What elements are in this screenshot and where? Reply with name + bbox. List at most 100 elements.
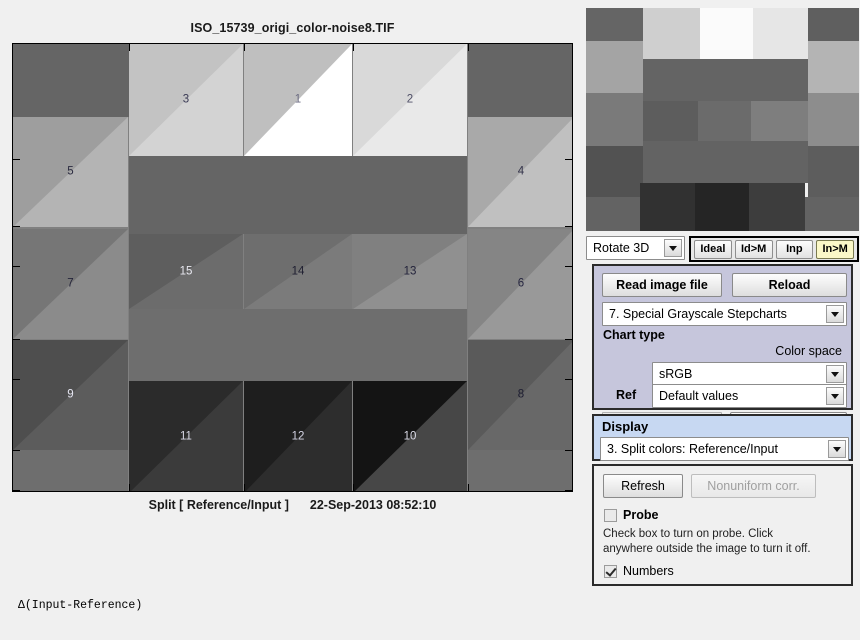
nonuniform-corr-button: Nonuniform corr. (691, 474, 816, 498)
color-space-label: Color space (775, 344, 842, 358)
display-mode-select[interactable]: 3. Split colors: Reference/Input (600, 437, 849, 461)
axis-tick (13, 159, 20, 160)
subtitle-timestamp: 22-Sep-2013 08:52:10 (309, 498, 437, 512)
axis-tick (565, 450, 572, 451)
display-section-label: Display (602, 419, 649, 434)
reload-button[interactable]: Reload (732, 273, 847, 297)
thumbnail-tile (695, 183, 749, 231)
mapping-button-in-m[interactable]: In>M (816, 239, 854, 259)
thumbnail-tile (586, 146, 643, 197)
refresh-button[interactable]: Refresh (603, 474, 683, 498)
thumbnail-tile (700, 8, 753, 59)
color-space-value: sRGB (659, 367, 693, 381)
chart-patch[interactable]: 6 (468, 229, 572, 339)
thumbnail-tile (643, 141, 808, 183)
axis-tick (13, 490, 20, 491)
thumbnail-tile (751, 101, 808, 141)
chart-patch[interactable]: 14 (244, 234, 352, 309)
thumbnail-tile (643, 8, 700, 59)
axis-tick (468, 484, 469, 491)
chart-patch[interactable]: 2 (353, 44, 467, 156)
mapping-button-ideal[interactable]: Ideal (694, 239, 732, 259)
delta-header: Δ(Input-Reference) (18, 599, 143, 612)
chart-patch[interactable]: 12 (244, 381, 352, 491)
ref-label: Ref (616, 388, 637, 402)
background-band (468, 44, 572, 117)
axis-tick (129, 484, 130, 491)
chart-patch[interactable]: 15 (129, 234, 243, 309)
mapping-button-inp[interactable]: Inp (775, 239, 814, 259)
thumbnail-tile (753, 8, 808, 59)
thumbnail-tile (586, 93, 643, 146)
figure-panel: ISO_15739_origi_color-noise8.TIF 3125471… (0, 0, 585, 640)
chart-patch[interactable]: 4 (468, 117, 572, 227)
thumbnail-tile (586, 8, 643, 41)
probe-checkbox[interactable] (604, 508, 617, 522)
chevron-down-icon (826, 305, 844, 323)
delta-statistics: Δ(Input-Reference) ΔE*ab = 5.26 mean = 7… (18, 561, 432, 640)
thumbnail-tile (805, 197, 859, 231)
patch-container: 3 1 2 5 4 7 15 14 13 6 9 8 11 12 10 (13, 44, 572, 491)
axis-tick (13, 266, 20, 267)
background-band (129, 156, 467, 234)
thumbnail-tile (643, 59, 808, 101)
ref-value: Default values (659, 389, 739, 403)
stepchart-image[interactable]: 3 1 2 5 4 7 15 14 13 6 9 8 11 12 10 (12, 43, 573, 492)
axis-tick (13, 450, 20, 451)
thumbnail-tile (808, 41, 859, 93)
chart-type-label: Chart type (603, 328, 665, 342)
axis-tick (13, 379, 20, 380)
chart-patch[interactable]: 9 (13, 340, 128, 450)
thumbnail-tile (586, 41, 643, 93)
display-mode-value: 3. Split colors: Reference/Input (607, 442, 778, 456)
chart-patch[interactable]: 11 (129, 381, 243, 491)
thumbnail-tile (749, 183, 805, 231)
thumbnail-tile (698, 101, 751, 141)
rotate-3d-select[interactable]: Rotate 3D (586, 236, 685, 260)
chart-patch[interactable]: 8 (468, 340, 572, 450)
control-panel: Rotate 3D Ideal Id>M Inp In>M Read image fi… (585, 0, 860, 640)
axis-tick (13, 339, 20, 340)
chevron-down-icon (828, 440, 846, 458)
thumbnail-tile (808, 146, 859, 197)
axis-tick (565, 339, 572, 340)
axis-tick (353, 44, 354, 51)
chart-patch[interactable]: 1 (244, 44, 352, 156)
chart-type-select[interactable]: 7. Special Grayscale Stepcharts (602, 302, 847, 326)
thumbnail-tile (808, 93, 859, 146)
numbers-label: Numbers (623, 564, 674, 578)
chart-type-value: 7. Special Grayscale Stepcharts (609, 307, 787, 321)
chart-patch[interactable]: 3 (129, 44, 243, 156)
axis-tick (565, 266, 572, 267)
chevron-down-icon (826, 365, 844, 383)
axis-tick (244, 484, 245, 491)
background-band (13, 44, 129, 117)
axis-tick (13, 226, 20, 227)
probe-help-text: Check box to turn on probe. Click anywhe… (603, 527, 848, 556)
ref-select[interactable]: Default values (652, 384, 847, 408)
axis-tick (565, 159, 572, 160)
options-group: Refresh Nonuniform corr. Probe Check box… (592, 464, 853, 586)
probe-checkbox-row[interactable]: Probe (604, 508, 658, 522)
mapping-button-id-m[interactable]: Id>M (734, 239, 773, 259)
chart-patch[interactable]: 10 (353, 381, 467, 491)
image-thumbnail[interactable] (586, 8, 859, 231)
probe-help-line1: Check box to turn on probe. Click (603, 528, 774, 540)
mapping-button-group: Ideal Id>M Inp In>M (689, 236, 859, 262)
chart-patch[interactable]: 13 (353, 234, 467, 309)
axis-tick (353, 484, 354, 491)
chart-patch[interactable]: 5 (13, 117, 128, 227)
numbers-checkbox-row[interactable]: Numbers (604, 564, 674, 578)
page-title: ISO_15739_origi_color-noise8.TIF (190, 21, 395, 35)
background-band (129, 309, 467, 381)
axis-tick (565, 226, 572, 227)
read-image-file-button[interactable]: Read image file (602, 273, 722, 297)
numbers-checkbox[interactable] (604, 564, 617, 578)
view-controls-row: Rotate 3D Ideal Id>M Inp In>M (586, 236, 859, 262)
thumbnail-tile (586, 197, 643, 231)
figure-subtitle: Split [ Reference/Input ] 22-Sep-2013 08… (0, 498, 585, 512)
subtitle-mode: Split [ Reference/Input ] (148, 498, 289, 512)
axis-tick (244, 44, 245, 51)
color-space-select[interactable]: sRGB (652, 362, 847, 386)
chart-patch[interactable]: 7 (13, 229, 128, 339)
